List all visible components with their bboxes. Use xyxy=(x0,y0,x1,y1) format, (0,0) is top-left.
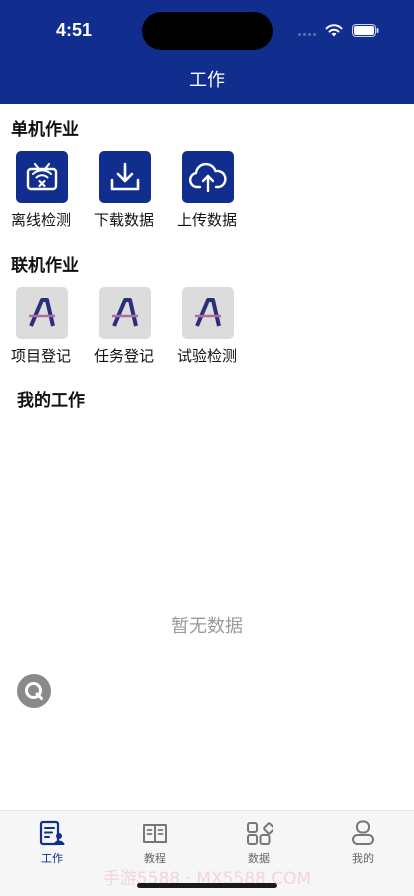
cellular-dots-icon xyxy=(298,33,316,36)
upload-data-tile[interactable]: 上传数据 xyxy=(177,151,260,230)
project-register-tile[interactable]: 项目登记 xyxy=(11,287,94,366)
wifi-icon xyxy=(325,24,343,37)
online-section-title: 联机作业 xyxy=(11,256,79,276)
status-bar: 4:51 xyxy=(0,0,414,60)
empty-state-text: 暂无数据 xyxy=(171,616,243,637)
grid-apps-icon xyxy=(247,822,273,845)
download-icon xyxy=(110,162,140,191)
standalone-section-title: 单机作业 xyxy=(11,120,79,140)
offline-detect-icon xyxy=(26,162,58,191)
tile-label: 下载数据 xyxy=(94,211,155,229)
tile-label: 上传数据 xyxy=(177,211,238,229)
book-icon xyxy=(143,824,167,843)
standalone-grid: 离线检测 下载数据 上传数据 xyxy=(11,151,260,230)
test-detect-tile[interactable]: 试验检测 xyxy=(177,287,260,366)
tab-mine[interactable]: 我的 xyxy=(328,819,398,866)
work-screen: 4:51 工作 单机作业 离线检测 下载数据 上传数据 联机作业 项目登记 任务… xyxy=(0,0,414,896)
tab-work[interactable]: 工作 xyxy=(17,819,87,866)
dynamic-island xyxy=(142,12,273,50)
app-logo-icon xyxy=(195,298,221,327)
tab-data[interactable]: 数据 xyxy=(224,819,294,866)
battery-icon xyxy=(352,24,379,37)
cloud-upload-icon xyxy=(188,162,227,193)
app-logo-icon xyxy=(29,298,55,327)
home-indicator xyxy=(137,883,277,888)
user-icon xyxy=(352,820,374,845)
search-q-icon xyxy=(25,682,43,700)
download-data-tile[interactable]: 下载数据 xyxy=(94,151,177,230)
header: 4:51 工作 xyxy=(0,0,414,104)
tile-label: 试验检测 xyxy=(177,347,238,365)
offline-detect-tile[interactable]: 离线检测 xyxy=(11,151,94,230)
tile-label: 离线检测 xyxy=(11,211,72,229)
floating-search-button[interactable] xyxy=(17,674,51,708)
my-work-section-title: 我的工作 xyxy=(17,391,85,411)
work-doc-icon xyxy=(39,820,65,846)
tab-tutorial[interactable]: 教程 xyxy=(120,819,190,866)
app-logo-icon xyxy=(112,298,138,327)
page-title: 工作 xyxy=(189,70,225,91)
task-register-tile[interactable]: 任务登记 xyxy=(94,287,177,366)
tile-label: 任务登记 xyxy=(94,347,155,365)
tile-label: 项目登记 xyxy=(11,347,72,365)
status-time: 4:51 xyxy=(56,20,93,40)
online-grid: 项目登记 任务登记 试验检测 xyxy=(11,287,260,366)
